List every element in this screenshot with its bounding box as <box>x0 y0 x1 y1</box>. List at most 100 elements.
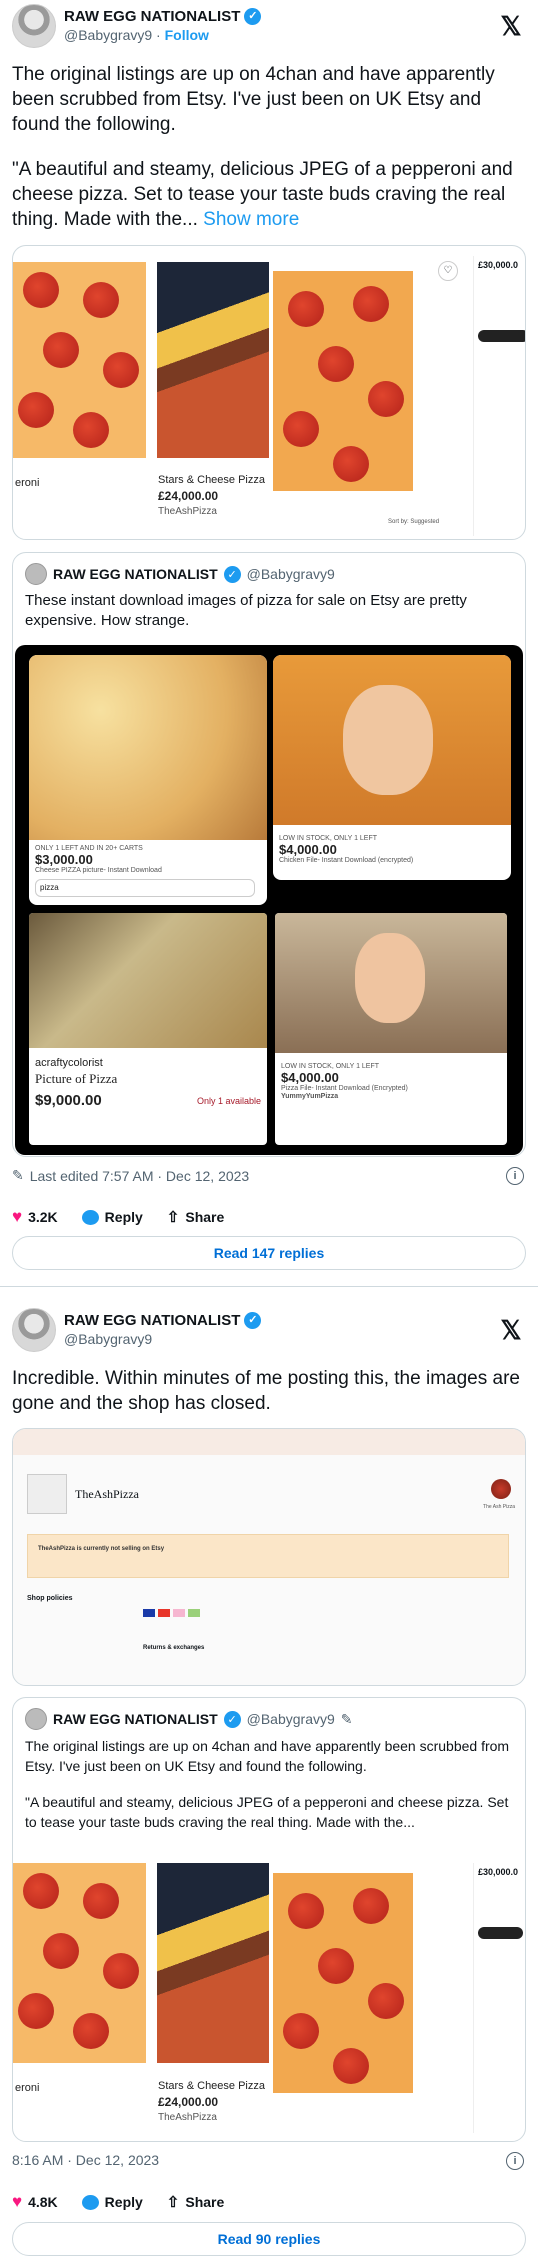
avatar[interactable] <box>12 1308 56 1352</box>
returns-heading: Returns & exchanges <box>143 1645 205 1651</box>
tweet-meta: 8:16 AM · Dec 12, 2023 <box>12 2152 159 2168</box>
quote-handle: @Babygravy9 <box>246 1711 335 1727</box>
share-label: Share <box>185 2194 225 2210</box>
display-name[interactable]: RAW EGG NATIONALIST <box>64 7 240 26</box>
listing-price: $4,000.00 <box>279 842 337 857</box>
avatar[interactable] <box>12 4 56 48</box>
tweet-header: RAW EGG NATIONALIST ✓ @Babygravy9 𝕏 <box>12 1304 526 1356</box>
listing-title: Pizza File- Instant Download (Encrypted) <box>281 1085 408 1092</box>
availability-label: Only 1 available <box>196 1096 261 1106</box>
notice-text: TheAshPizza is currently not selling on … <box>38 1546 165 1552</box>
listing-price: $9,000.00 <box>35 1092 102 1109</box>
reply-button[interactable]: Reply <box>81 2194 143 2210</box>
listing-title[interactable]: Stars & Cheese Pizza <box>158 472 265 488</box>
avatar <box>25 563 47 585</box>
edit-pencil-icon: ✎ <box>12 1167 24 1183</box>
share-button[interactable]: ⇧ Share <box>167 2193 225 2211</box>
follow-button[interactable]: Follow <box>165 27 209 43</box>
tweet-meta: ✎ Last edited 7:57 AM · Dec 12, 2023 <box>12 1167 249 1184</box>
listing-title: Cheese PIZZA picture- Instant Download <box>35 867 162 874</box>
like-button[interactable]: ♥ 4.8K <box>12 2192 58 2212</box>
reply-label: Reply <box>104 2194 143 2210</box>
buy-button[interactable] <box>478 330 525 342</box>
listing-cheese-pizza: ONLY 1 LEFT AND IN 20+ CARTS $3,000.00 C… <box>29 655 267 905</box>
reply-button[interactable]: Reply <box>81 1209 143 1225</box>
handle[interactable]: @Babygravy9 <box>64 27 152 43</box>
timestamp[interactable]: Last edited 7:57 AM · Dec 12, 2023 <box>30 1168 249 1184</box>
listing-image[interactable]: eroni Stars & Cheese Pizza £24,000.00 Th… <box>12 245 526 540</box>
info-icon[interactable]: i <box>506 1167 524 1185</box>
tweet-header: RAW EGG NATIONALIST ✓ @Babygravy9 · Follo… <box>12 0 526 52</box>
listing-price: $3,000.00 <box>35 852 93 867</box>
pizza-file-photo <box>273 271 413 491</box>
verified-icon: ✓ <box>223 1710 241 1728</box>
quoted-tweet[interactable]: RAW EGG NATIONALIST ✓ @Babygravy9 These … <box>12 552 526 1157</box>
tweet-2: RAW EGG NATIONALIST ✓ @Babygravy9 𝕏 Incre… <box>0 1304 538 1416</box>
listing-image[interactable]: eroni Stars & Cheese Pizza £24,000.00 Th… <box>13 1863 525 2141</box>
tweet-text: The original listings are up on 4chan an… <box>12 62 526 232</box>
info-icon[interactable]: i <box>506 2152 524 2170</box>
like-button[interactable]: ♥ 3.2K <box>12 1207 58 1227</box>
listing-title[interactable]: Stars & Cheese Pizza <box>158 2078 265 2094</box>
quote-display-name: RAW EGG NATIONALIST <box>53 1711 218 1727</box>
listing-price: £24,000.00 <box>158 489 219 503</box>
share-button[interactable]: ⇧ Share <box>167 1208 225 1226</box>
quote-handle: @Babygravy9 <box>246 566 335 582</box>
x-logo-icon[interactable]: 𝕏 <box>496 11 526 42</box>
reply-label: Reply <box>104 1209 143 1225</box>
quote-text: The original listings are up on 4chan an… <box>25 1736 513 1832</box>
tweet-paragraph: The original listings are up on 4chan an… <box>12 64 495 135</box>
reply-icon <box>81 2194 99 2210</box>
listing-shop[interactable]: TheAshPizza <box>158 2110 265 2126</box>
shop-name: TheAshPizza <box>75 1487 139 1501</box>
listing-picture-of-pizza: acraftycolorist Picture of Pizza $9,000.… <box>29 913 267 1145</box>
verified-icon: ✓ <box>223 565 241 583</box>
listing-label: eroni <box>15 2082 40 2094</box>
listing-pizza-file: LOW IN STOCK, ONLY 1 LEFT $4,000.00 Pizz… <box>275 913 507 1145</box>
sidebar-price: £30,000.0 <box>478 260 519 270</box>
search-input: pizza <box>35 879 255 897</box>
reply-icon <box>81 1209 99 1225</box>
pizza-file-photo <box>273 1873 413 2093</box>
quote-image[interactable]: ONLY 1 LEFT AND IN 20+ CARTS $3,000.00 C… <box>15 645 523 1155</box>
payment-icons <box>143 1609 200 1617</box>
action-bar: ♥ 3.2K Reply ⇧ Share <box>12 1207 224 1227</box>
like-count: 3.2K <box>28 1209 58 1225</box>
show-more-link[interactable]: Show more <box>203 209 299 230</box>
edit-pencil-icon: ✎ <box>340 1710 353 1727</box>
sort-label: Sort by: Suggested <box>388 519 440 525</box>
read-replies-button[interactable]: Read 90 replies <box>12 2222 526 2256</box>
divider <box>0 1286 538 1287</box>
shop-closed-image[interactable]: TheAshPizza The Ash Pizza TheAshPizza is… <box>12 1428 526 1686</box>
quote-paragraph: The original listings are up on 4chan an… <box>25 1738 510 1774</box>
quoted-tweet[interactable]: RAW EGG NATIONALIST ✓ @Babygravy9 ✎ The … <box>12 1697 526 2142</box>
handle[interactable]: @Babygravy9 <box>64 1330 496 1349</box>
listing-sidebar: £30,000.0 <box>473 256 525 536</box>
tweet-text: Incredible. Within minutes of me posting… <box>12 1368 520 1414</box>
display-name[interactable]: RAW EGG NATIONALIST <box>64 1311 240 1330</box>
favorite-heart-icon[interactable]: ♡ <box>438 261 458 281</box>
stars-pizza-photo <box>157 262 269 458</box>
shop-policies-heading: Shop policies <box>27 1595 73 1602</box>
sidebar-price: £30,000.0 <box>478 1867 519 1877</box>
quote-display-name: RAW EGG NATIONALIST <box>53 566 218 582</box>
share-icon: ⇧ <box>166 2194 180 2211</box>
x-logo-icon[interactable]: 𝕏 <box>496 1315 526 1346</box>
share-icon: ⇧ <box>166 1209 180 1226</box>
quote-header: RAW EGG NATIONALIST ✓ @Babygravy9 <box>25 563 513 585</box>
verified-icon: ✓ <box>244 8 262 25</box>
listing-label: eroni <box>15 477 40 489</box>
listing-shop[interactable]: TheAshPizza <box>158 504 265 520</box>
heart-icon: ♥ <box>12 1207 23 1226</box>
verified-icon: ✓ <box>244 1312 262 1329</box>
buy-button[interactable] <box>478 1927 523 1939</box>
action-bar: ♥ 4.8K Reply ⇧ Share <box>12 2192 224 2212</box>
listing-price: £24,000.00 <box>158 2095 219 2109</box>
share-label: Share <box>185 1209 225 1225</box>
stars-pizza-photo <box>157 1863 269 2063</box>
like-count: 4.8K <box>28 2194 58 2210</box>
read-replies-button[interactable]: Read 147 replies <box>12 1236 526 1270</box>
quote-text: These instant download images of pizza f… <box>25 592 467 629</box>
timestamp[interactable]: 8:16 AM · Dec 12, 2023 <box>12 2152 159 2168</box>
heart-icon: ♥ <box>12 2192 23 2211</box>
